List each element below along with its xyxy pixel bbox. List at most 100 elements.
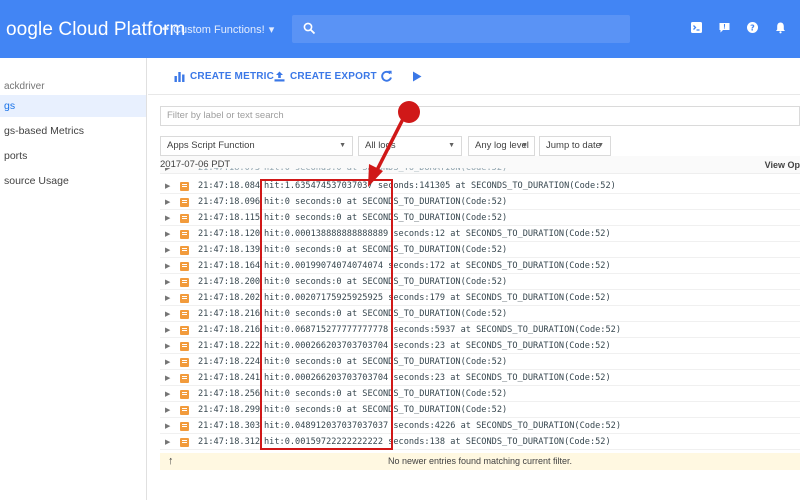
log-row[interactable]: ▶ 21:47:18.164 hit:0.00199074074074074 sec… [160,258,800,274]
log-timestamp: 21:47:18.303 [198,421,261,431]
console-icon[interactable] [688,19,704,35]
nav-item-logs[interactable]: gs [0,95,146,117]
expand-icon: ▶ [165,438,171,446]
log-row[interactable]: ▶ 21:47:18.312 hit:0.00159722222222222 sec… [160,434,800,450]
jump-to-date-value: Jump to date [546,140,601,151]
log-row[interactable]: ▶ 21:47:18.202 hit:0.00207175925925925 sec… [160,290,800,306]
severity-icon [180,342,189,351]
log-row[interactable]: ▶ 21:47:18.216 hit:0.068715277777777778 se… [160,322,800,338]
severity-icon [180,294,189,303]
log-row[interactable]: ▶ 21:47:18.200 hit:0 seconds:0 at SECONDS_… [160,274,800,290]
severity-icon [180,326,189,335]
expand-icon: ▶ [165,214,171,222]
chevron-down-icon: ▼ [521,142,528,149]
log-timestamp: 21:47:18.224 [198,357,261,367]
side-nav: ackdriver ogging gs gs-based Metrics por… [0,58,147,500]
severity-icon [180,422,189,431]
create-export-label: CREATE EXPORT [290,70,377,82]
play-button[interactable] [412,58,422,94]
refresh-button[interactable] [380,58,393,94]
chevron-down-icon: ▾ [268,24,275,36]
log-row[interactable]: ▶ 21:47:18.216 hit:0 seconds:0 at SECONDS_… [160,306,800,322]
logs-select[interactable]: All logs ▼ [358,136,462,156]
svg-text:!: ! [723,23,726,30]
bell-icon[interactable] [772,19,788,35]
arrow-up-icon[interactable]: ↑ [168,453,174,470]
nav-item-resource-usage[interactable]: source Usage [0,170,146,192]
export-icon [274,71,285,81]
log-row[interactable]: ▶ 21:47:18.299 hit:0 seconds:0 at SECONDS_… [160,402,800,418]
expand-icon: ▶ [165,246,171,254]
product-subtitle: ackdriver [4,81,45,92]
expand-icon: ▶ [165,310,171,318]
filter-input[interactable]: Filter by label or text search [160,106,800,126]
expand-icon: ▶ [165,422,171,430]
log-level-select[interactable]: Any log level ▼ [468,136,535,156]
log-timestamp: 21:47:18.115 [198,213,261,223]
expand-icon: ▶ [165,182,171,190]
refresh-icon [381,70,392,82]
chevron-down-icon: ▼ [597,142,604,149]
log-timestamp: 21:47:18.164 [198,261,261,271]
log-row[interactable]: ▶ 21:47:18.120 hit:0.000138888888888889 se… [160,226,800,242]
log-timestamp: 21:47:18.299 [198,405,261,415]
search-input[interactable] [292,15,630,43]
help-icon[interactable]: ? [744,19,760,35]
expand-icon: ▶ [165,278,171,286]
log-timestamp: 21:47:18.200 [198,277,261,287]
project-name: Custom Functions! [173,23,265,36]
log-row[interactable]: ▶ 21:47:18.224 hit:0 seconds:0 at SECONDS_… [160,354,800,370]
expand-icon: ▶ [165,342,171,350]
top-app-bar: oogle Cloud Platform •• Custom Functions… [0,0,800,58]
severity-icon [180,358,189,367]
brand-title[interactable]: oogle Cloud Platform [6,19,185,41]
chat-icon[interactable]: ! [716,19,732,35]
log-row[interactable]: ▶ 21:47:18.096 hit:0 seconds:0 at SECONDS_… [160,194,800,210]
top-icon-group: ! ? [688,19,788,35]
create-metric-button[interactable]: CREATE METRIC [174,58,274,94]
severity-icon [180,230,189,239]
expand-icon: ▶ [165,358,171,366]
create-export-button[interactable]: CREATE EXPORT [274,58,377,94]
project-selector[interactable]: •• Custom Functions! ▾ [162,23,275,37]
log-row[interactable]: ▶ 21:47:18.241 hit:0.000266203703703704 se… [160,370,800,386]
log-list[interactable]: ▶ 21:47:18.073 hit:0 seconds:0 at SECOND… [160,168,800,453]
search-icon [303,22,316,35]
play-icon [413,71,422,81]
expand-icon: ▶ [165,262,171,270]
nav-item-logs-based-metrics[interactable]: gs-based Metrics [0,120,146,142]
severity-icon [180,246,189,255]
log-row-partial[interactable]: ▶ 21:47:18.073 hit:0 seconds:0 at SECOND… [160,168,800,173]
expand-icon: ▶ [165,390,171,398]
svg-text:?: ? [750,23,755,32]
log-row[interactable]: ▶ 21:47:18.222 hit:0.000266203703703704 se… [160,338,800,354]
expand-icon: ▶ [165,230,171,238]
log-timestamp: 21:47:18.096 [198,197,261,207]
expand-icon: ▶ [165,198,171,206]
log-row[interactable]: ▶ 21:47:18.115 hit:0 seconds:0 at SECONDS_… [160,210,800,226]
log-timestamp: 21:47:18.256 [198,389,261,399]
log-timestamp: 21:47:18.222 [198,341,261,351]
log-timestamp: 21:47:18.120 [198,229,261,239]
log-row[interactable]: ▶ 21:47:18.139 hit:0 seconds:0 at SECONDS_… [160,242,800,258]
jump-to-date-select[interactable]: Jump to date ▼ [539,136,611,156]
bar-chart-icon [174,71,185,82]
severity-icon [180,278,189,287]
severity-icon [180,214,189,223]
severity-icon [180,374,189,383]
log-row[interactable]: ▶ 21:47:18.303 hit:0.048912037037037037 se… [160,418,800,434]
log-row[interactable]: ▶ 21:47:18.084 hit:1.635474537037037 secon… [160,178,800,194]
log-row[interactable]: ▶ 21:47:18.256 hit:0 seconds:0 at SECONDS_… [160,386,800,402]
nav-item-exports[interactable]: ports [0,145,146,167]
severity-icon [180,182,189,191]
create-metric-label: CREATE METRIC [190,70,275,82]
main-content: CREATE METRIC CREATE EXPORT Filter by la… [148,58,800,500]
log-timestamp: 21:47:18.241 [198,373,261,383]
severity-icon [180,390,189,399]
log-timestamp: 21:47:18.073 [198,168,261,173]
severity-icon [180,198,189,207]
no-newer-entries-text: No newer entries found matching current … [387,456,573,466]
chevron-down-icon: ▼ [448,142,455,149]
resource-select[interactable]: Apps Script Function ▼ [160,136,353,156]
toolbar: CREATE METRIC CREATE EXPORT [148,58,800,95]
